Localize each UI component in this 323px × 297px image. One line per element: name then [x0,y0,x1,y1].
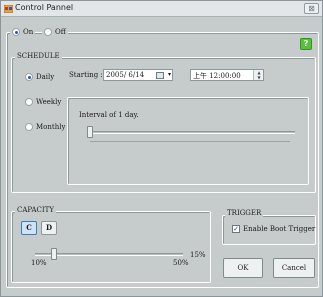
spin-down-icon[interactable]: ▼ [254,75,264,80]
capacity-slider-thumb[interactable] [50,248,57,260]
power-on-label: On [23,28,34,36]
starting-label: Starting : [69,71,103,79]
cancel-button[interactable]: Cancel [273,258,315,278]
close-button[interactable]: ⊠ [304,3,319,14]
capacity-current-value: 15% [190,251,206,259]
interval-slider-track[interactable] [87,131,295,134]
ok-button[interactable]: OK [223,258,263,278]
power-on-radio[interactable]: On [10,28,36,36]
time-spinner[interactable]: ▲ ▼ [253,70,263,80]
enable-boot-trigger-label: Enable Boot Trigger [243,225,316,233]
schedule-monthly-radio[interactable]: Monthly [25,123,65,131]
check-icon: ✓ [233,225,239,233]
trigger-legend: TRIGGER [225,209,264,217]
control-panel-window: Control Pannel ⊠ On Off ? SCHEDULE Daily… [0,0,323,297]
daily-label: Daily [36,73,55,81]
date-picker[interactable]: 2005/ 6/14 ▾ [103,69,173,81]
drive-d-button[interactable]: D [41,221,57,235]
chevron-down-icon[interactable]: ▾ [168,70,171,80]
power-off-label: Off [55,28,66,36]
drive-c-button[interactable]: C [21,221,37,235]
radio-daily-dot [25,73,33,81]
window-title: Control Pannel [15,3,74,12]
radio-weekly-dot [25,98,33,106]
time-value: 上午 12:00:00 [193,72,241,80]
power-off-radio[interactable]: Off [42,28,68,36]
radio-on-dot [12,28,20,36]
schedule-daily-radio[interactable]: Daily [25,73,54,81]
schedule-legend: SCHEDULE [15,52,62,60]
app-icon [4,5,13,13]
title-bar: Control Pannel ⊠ [1,1,322,17]
capacity-min-label: 10% [31,259,47,267]
monthly-label: Monthly [36,123,66,131]
help-button[interactable]: ? [300,38,312,50]
interval-slider-thumb[interactable] [87,126,93,138]
schedule-weekly-radio[interactable]: Weekly [25,98,61,106]
weekly-label: Weekly [36,98,62,106]
interval-tick-line [90,141,290,142]
radio-monthly-dot [25,123,33,131]
capacity-slider-track[interactable] [35,253,183,256]
capacity-legend: CAPACITY [15,206,56,214]
date-value: 2005/ 6/14 [106,71,145,79]
radio-off-dot [44,28,52,36]
calendar-icon [156,72,164,79]
time-picker[interactable]: 上午 12:00:00 ▲ ▼ [190,69,264,81]
enable-boot-trigger-checkbox[interactable]: ✓ [232,225,240,233]
interval-label: Interval of 1 day. [79,111,139,119]
capacity-max-label: 50% [173,259,189,267]
